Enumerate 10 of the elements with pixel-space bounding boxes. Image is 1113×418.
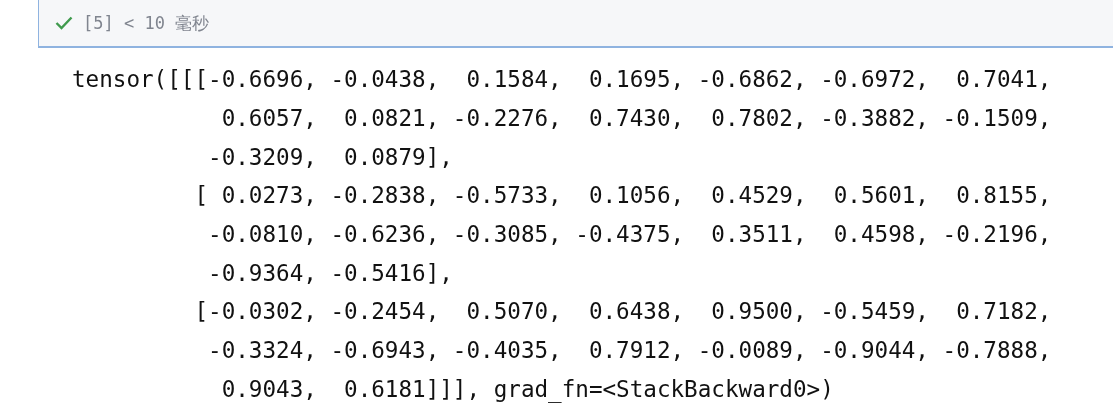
output-line: -0.0810, -0.6236, -0.3085, -0.4375, 0.3511, 0.4598, -0.2196, <box>207 221 1052 248</box>
output-line: -0.3209, 0.0879], <box>207 143 453 170</box>
output-line: -0.9364, -0.5416], <box>207 259 453 286</box>
output-line: 0.6057, 0.0821, -0.2276, 0.7430, 0.7802, -0.3882, -0.1509, <box>220 105 1052 132</box>
execution-time: [5] < 10 毫秒 <box>83 11 210 35</box>
output-line: [ 0.0273, -0.2838, -0.5733, 0.1056, 0.4529, 0.5601, 0.8155, <box>193 182 1052 209</box>
output-line: -0.3324, -0.6943, -0.4035, 0.7912, -0.0089, -0.9044, -0.7888, <box>207 337 1052 364</box>
output-line: [-0.0302, -0.2454, 0.5070, 0.6438, 0.9500, -0.5459, 0.7182, <box>193 298 1052 325</box>
output-line: tensor([[[-0.6696, -0.0438, 0.1584, 0.1695, -0.6862, -0.6972, 0.7041, <box>72 66 1052 93</box>
output-line: 0.9043, 0.6181]]], grad_fn=<StackBackward0>) <box>220 375 834 402</box>
